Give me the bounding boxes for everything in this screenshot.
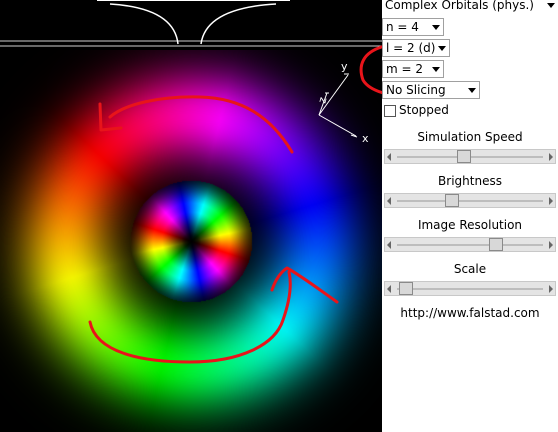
l-value: l = 2 (d)	[386, 41, 436, 55]
slider-right-arrow-icon[interactable]	[549, 153, 553, 161]
representation-dropdown[interactable]: Complex Orbitals (phys.)	[382, 0, 558, 15]
slider-left-arrow-icon[interactable]	[387, 241, 391, 249]
control-panel: Complex Orbitals (phys.) n = 4 l = 2 (d)…	[382, 0, 558, 432]
scale-label: Scale	[453, 262, 487, 276]
l-dropdown[interactable]: l = 2 (d)	[382, 39, 450, 57]
brightness-label: Brightness	[438, 174, 502, 188]
chevron-down-icon	[438, 46, 446, 51]
y-axis-label: y	[341, 60, 348, 73]
handwritten-annotations	[88, 45, 382, 364]
slider-thumb[interactable]	[457, 150, 472, 163]
website-link[interactable]: http://www.falstad.com	[382, 306, 558, 320]
z-axis-label: z	[315, 96, 329, 105]
n-dropdown[interactable]: n = 4	[382, 18, 444, 36]
slicing-dropdown[interactable]: No Slicing	[382, 81, 480, 99]
slider-left-arrow-icon[interactable]	[387, 197, 391, 205]
chevron-down-icon	[432, 25, 440, 30]
scale-slider[interactable]	[384, 281, 556, 296]
m-dropdown-highlight-circle	[359, 45, 382, 95]
slicing-value: No Slicing	[386, 83, 446, 97]
representation-value: Complex Orbitals (phys.)	[385, 0, 534, 12]
chevron-down-icon	[468, 88, 476, 93]
slider-right-arrow-icon[interactable]	[549, 285, 553, 293]
chevron-down-icon	[547, 3, 555, 8]
energy-level-graph	[0, 0, 382, 47]
slider-left-arrow-icon[interactable]	[387, 153, 391, 161]
rotation-arrow-bottom	[88, 270, 292, 364]
stopped-label: Stopped	[399, 103, 449, 117]
image-resolution-label: Image Resolution	[417, 218, 523, 232]
n-value: n = 4	[386, 20, 419, 34]
m-value: m = 2	[386, 62, 424, 76]
slider-right-arrow-icon[interactable]	[549, 241, 553, 249]
rotation-arrow-top	[108, 95, 294, 154]
rotation-arrow-bottom-head	[270, 266, 339, 304]
slider-thumb[interactable]	[398, 282, 413, 295]
x-axis-label: x	[362, 132, 369, 145]
image-resolution-slider[interactable]	[384, 237, 556, 252]
chevron-down-icon	[432, 67, 440, 72]
brightness-slider[interactable]	[384, 193, 556, 208]
slider-right-arrow-icon[interactable]	[549, 197, 553, 205]
viewport-overlay: y x z	[0, 0, 382, 364]
slider-thumb[interactable]	[445, 194, 460, 207]
slider-thumb[interactable]	[489, 238, 504, 251]
stopped-checkbox[interactable]	[384, 105, 396, 117]
simulation-speed-label: Simulation Speed	[417, 130, 523, 144]
m-dropdown[interactable]: m = 2	[382, 60, 444, 78]
orbital-viewport[interactable]: y x z	[0, 0, 382, 432]
simulation-speed-slider[interactable]	[384, 149, 556, 164]
slider-left-arrow-icon[interactable]	[387, 285, 391, 293]
